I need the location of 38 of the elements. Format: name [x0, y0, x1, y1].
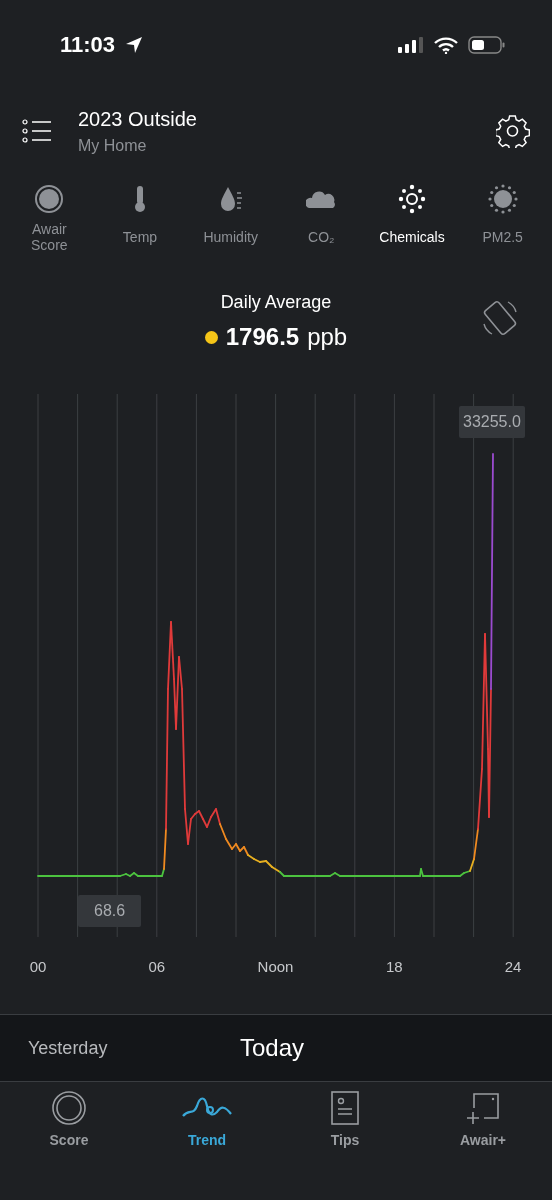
nav-tab[interactable]: Awair+: [414, 1090, 552, 1148]
average-value: 1796.5: [225, 323, 300, 351]
day-tab[interactable]: Today: [240, 1034, 305, 1062]
nav-tab[interactable]: Tips: [276, 1090, 414, 1148]
metric-tab[interactable]: Humidity: [185, 184, 276, 254]
unit-label: ppb: [307, 323, 348, 351]
location-title: 2023 Outside: [78, 107, 198, 131]
wifi-icon: [434, 36, 458, 54]
metric-tab[interactable]: CO₂: [276, 184, 367, 254]
axis-label: 00: [29, 958, 47, 975]
settings-icon[interactable]: [496, 114, 530, 148]
nav-tab[interactable]: Trend: [138, 1090, 276, 1148]
ring-icon: [34, 184, 65, 214]
metric-tab[interactable]: Temp: [94, 184, 186, 254]
molecule-icon: [397, 184, 427, 214]
document-icon: [330, 1090, 360, 1126]
location-arrow-icon: [125, 36, 144, 54]
rotate-screen-icon[interactable]: [480, 298, 520, 338]
axis-label: 06: [148, 958, 166, 975]
metric-tab[interactable]: Chemicals: [366, 184, 458, 254]
day-tab[interactable]: Yesterday: [28, 1037, 240, 1059]
nav-tab[interactable]: Score: [0, 1090, 138, 1148]
min-value-tooltip: 68.6: [78, 895, 142, 927]
axis-label: Noon: [257, 958, 294, 975]
ring-icon: [51, 1090, 87, 1126]
clock-time: 11:03: [60, 32, 116, 58]
axis-label: 18: [385, 958, 403, 975]
summary-title: Daily Average: [220, 292, 332, 313]
metric-tab[interactable]: PM2.5: [457, 184, 548, 254]
home-subtitle: My Home: [78, 136, 148, 155]
battery-icon: [468, 36, 506, 54]
max-value-tooltip: 33255.0: [459, 406, 525, 438]
axis-label: 24: [504, 958, 522, 975]
add-device-icon: [465, 1090, 501, 1126]
signal-icon: [398, 37, 424, 53]
menu-icon[interactable]: [22, 119, 52, 143]
particle-icon: [487, 184, 518, 214]
metric-tab[interactable]: Awair Score: [4, 184, 95, 254]
